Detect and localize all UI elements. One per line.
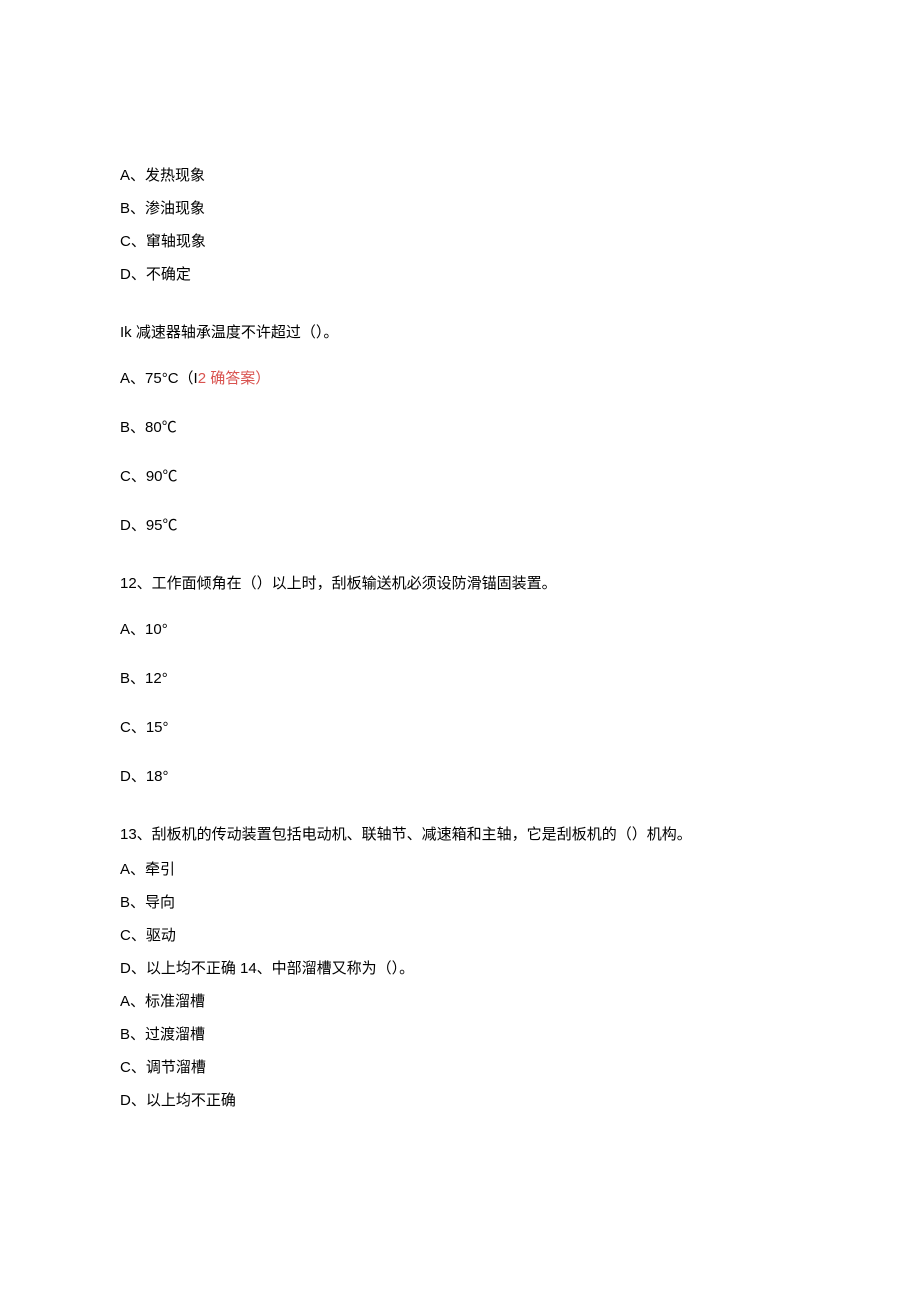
q10-option-a: A、发热现象 <box>120 165 800 186</box>
q11-stem: Ik 减速器轴承温度不许超过（）。 <box>120 322 800 343</box>
q14-option-a: A、标准溜槽 <box>120 991 800 1012</box>
q13-option-c: C、驱动 <box>120 925 800 946</box>
q11-option-d: D、95℃ <box>120 515 800 536</box>
q12-option-b: B、12° <box>120 668 800 689</box>
q12-option-d: D、18° <box>120 766 800 787</box>
q11-option-b: B、80℃ <box>120 417 800 438</box>
q12-option-a: A、10° <box>120 619 800 640</box>
q11-options: A、75°C（I2 确答案） B、80℃ C、90℃ D、95℃ <box>120 368 800 536</box>
exam-section: A、发热现象 B、渗油现象 C、窜轴现象 D、不确定 Ik 减速器轴承温度不许超… <box>120 165 800 1111</box>
q13-option-b: B、导向 <box>120 892 800 913</box>
q10-option-d: D、不确定 <box>120 264 800 285</box>
q12-options: A、10° B、12° C、15° D、18° <box>120 619 800 787</box>
q13-option-a: A、牵引 <box>120 859 800 880</box>
q12-option-c: C、15° <box>120 717 800 738</box>
q11-option-c: C、90℃ <box>120 466 800 487</box>
q14-option-c: C、调节溜槽 <box>120 1057 800 1078</box>
q13-option-d-and-q14: D、以上均不正确 14、中部溜槽又称为（）。 <box>120 958 800 979</box>
q11-option-a-prefix: A、75°C（I <box>120 370 198 387</box>
q10-option-b: B、渗油现象 <box>120 198 800 219</box>
q12-stem: 12、工作面倾角在（）以上时，刮板输送机必须设防滑锚固装置。 <box>120 573 800 594</box>
q14-option-b: B、过渡溜槽 <box>120 1024 800 1045</box>
correct-answer-label: 2 确答案） <box>198 370 271 387</box>
q13-stem: 13、刮板机的传动装置包括电动机、联轴节、减速箱和主轴，它是刮板机的（）机构。 <box>120 824 800 845</box>
q14-option-d: D、以上均不正确 <box>120 1090 800 1111</box>
q11-option-a: A、75°C（I2 确答案） <box>120 368 800 389</box>
q10-option-c: C、窜轴现象 <box>120 231 800 252</box>
